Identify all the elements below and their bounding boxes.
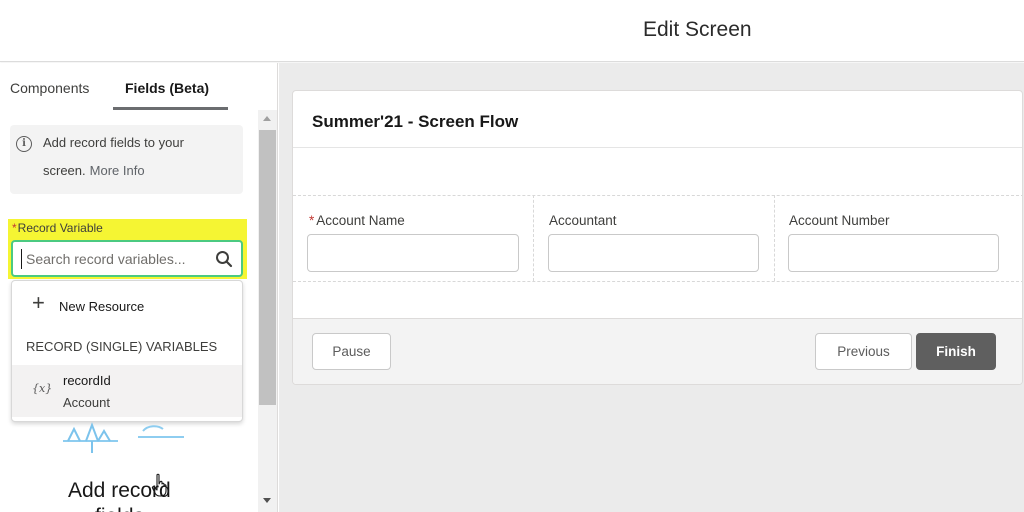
flow-footer: Pause Previous Finish	[293, 318, 1022, 384]
record-variable-search-input[interactable]	[21, 249, 201, 269]
plus-icon: +	[32, 290, 45, 315]
account-number-field[interactable]	[788, 234, 999, 272]
page-title: Edit Screen	[643, 18, 752, 41]
record-variable-dropdown: + New Resource RECORD (SINGLE) VARIABLES…	[11, 280, 243, 497]
account-name-label-text: Account Name	[316, 213, 405, 228]
accountant-label: Accountant	[549, 213, 617, 228]
dropdown-option-recordid[interactable]: {x} recordId Account	[12, 365, 242, 497]
screen-preview-card: Summer'21 - Screen Flow * Account Name Ac…	[292, 90, 1023, 385]
scroll-up-arrow-icon[interactable]	[263, 116, 271, 121]
option-name: recordId	[63, 373, 111, 388]
search-icon[interactable]	[215, 250, 233, 268]
record-variable-search	[11, 240, 243, 277]
pause-button[interactable]: Pause	[312, 333, 391, 370]
column-separator	[533, 195, 534, 281]
top-bar: Edit Screen	[0, 0, 1024, 62]
flow-title: Summer'21 - Screen Flow	[312, 112, 519, 131]
variable-icon: {x}	[32, 382, 53, 395]
screen-canvas: Summer'21 - Screen Flow * Account Name Ac…	[279, 63, 1024, 512]
account-number-label: Account Number	[789, 213, 890, 228]
account-name-field[interactable]	[307, 234, 519, 272]
info-text-line2-text: screen.	[43, 163, 86, 178]
empty-state-title: Add record	[68, 479, 171, 502]
empty-state-title-line2: fields	[95, 505, 144, 512]
left-panel: Components Fields (Beta) i Add record fi…	[0, 63, 278, 512]
section-divider-bottom	[293, 281, 1022, 282]
more-info-link[interactable]: More Info	[90, 163, 145, 178]
finish-button[interactable]: Finish	[916, 333, 996, 370]
scroll-down-arrow-icon[interactable]	[263, 498, 271, 503]
required-marker: *	[309, 213, 315, 228]
tab-components[interactable]: Components	[10, 80, 89, 96]
empty-state-illustration	[63, 422, 184, 453]
active-tab-indicator	[113, 107, 228, 110]
tab-fields-beta[interactable]: Fields (Beta)	[125, 80, 209, 96]
divider	[293, 147, 1022, 148]
panel-tabs: Components Fields (Beta)	[0, 63, 258, 110]
section-divider-top	[293, 195, 1022, 196]
info-icon: i	[16, 136, 32, 152]
info-text-line2: screen. More Info	[43, 163, 145, 178]
column-separator	[774, 195, 775, 281]
record-variable-label: *Record Variable	[12, 221, 103, 235]
dropdown-section-header: RECORD (SINGLE) VARIABLES	[26, 339, 218, 354]
option-type: Account	[63, 395, 110, 410]
info-box: i Add record fields to your screen. More …	[10, 125, 243, 194]
scrollbar-thumb[interactable]	[259, 130, 276, 405]
record-variable-label-text: Record Variable	[17, 221, 103, 235]
new-resource-label: New Resource	[59, 299, 145, 314]
previous-button[interactable]: Previous	[815, 333, 912, 370]
panel-scrollbar[interactable]	[258, 110, 277, 512]
required-marker: *	[12, 221, 17, 235]
account-name-label: * Account Name	[309, 213, 405, 228]
new-resource-option[interactable]: + New Resource	[12, 289, 242, 323]
accountant-field[interactable]	[548, 234, 759, 272]
info-text-line1: Add record fields to your	[43, 135, 184, 150]
